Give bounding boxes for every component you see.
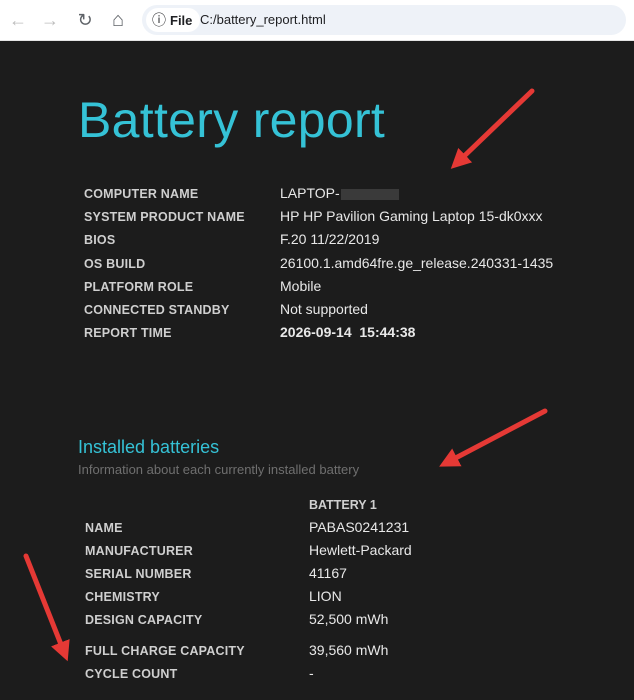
info-value-os-build: 26100.1.amd64fre.ge_release.240331-1435 (280, 255, 554, 271)
info-value-computer-name: LAPTOP- (280, 185, 399, 201)
battery-value-chemistry: LION (309, 588, 342, 604)
battery-label-cycle-count: CYCLE COUNT (85, 667, 178, 681)
battery-label-design-capacity: DESIGN CAPACITY (85, 613, 203, 627)
battery-value-full-charge-capacity: 39,560 mWh (309, 642, 389, 658)
battery-column-header: BATTERY 1 (309, 498, 377, 512)
battery-label-serial-number: SERIAL NUMBER (85, 567, 192, 581)
battery-value-serial-number: 41167 (309, 565, 347, 581)
url-text[interactable]: C:/battery_report.html (200, 12, 326, 27)
section-title-installed-batteries: Installed batteries (78, 437, 220, 457)
page-title: Battery report (78, 92, 386, 148)
info-label-system-product-name: SYSTEM PRODUCT NAME (84, 210, 245, 224)
info-icon: ⓘ (152, 12, 166, 28)
battery-label-manufacturer: MANUFACTURER (85, 544, 193, 558)
battery-value-cycle-count: - (309, 665, 314, 681)
section-subtitle: Information about each currently install… (78, 462, 360, 477)
info-label-bios: BIOS (84, 233, 116, 247)
info-label-connected-standby: CONNECTED STANDBY (84, 303, 230, 317)
redaction-block (340, 188, 399, 200)
battery-label-name: NAME (85, 521, 123, 535)
home-icon[interactable]: ⌂ (106, 8, 130, 32)
info-value-system-product-name: HP HP Pavilion Gaming Laptop 15-dk0xxx (280, 208, 543, 224)
info-value-report-time: 2026-09-14 15:44:38 (280, 324, 416, 340)
reload-icon[interactable]: ↻ (73, 8, 97, 32)
info-value-platform-role: Mobile (280, 278, 322, 294)
battery-label-chemistry: CHEMISTRY (85, 590, 160, 604)
site-info-chip[interactable]: ⓘ File (146, 8, 201, 32)
info-label-computer-name: COMPUTER NAME (84, 187, 199, 201)
info-label-report-time: REPORT TIME (84, 326, 172, 340)
battery-label-full-charge-capacity: FULL CHARGE CAPACITY (85, 644, 245, 658)
info-label-os-build: OS BUILD (84, 257, 146, 271)
forward-arrow-icon[interactable]: → (38, 8, 62, 32)
address-bar[interactable]: ⓘ File C:/battery_report.html (142, 5, 626, 35)
back-arrow-icon[interactable]: ← (6, 8, 30, 32)
info-label-platform-role: PLATFORM ROLE (84, 280, 194, 294)
info-value-connected-standby: Not supported (280, 301, 368, 317)
file-label: File (170, 12, 193, 28)
battery-value-design-capacity: 52,500 mWh (309, 611, 389, 627)
report-page: Battery report COMPUTER NAME LAPTOP- SYS… (0, 41, 634, 700)
battery-value-name: PABAS0241231 (309, 519, 410, 535)
info-value-bios: F.20 11/22/2019 (280, 231, 380, 247)
browser-toolbar: ← → ↻ ⌂ ⓘ File C:/battery_report.html (0, 0, 634, 41)
battery-value-manufacturer: Hewlett-Packard (309, 542, 412, 558)
